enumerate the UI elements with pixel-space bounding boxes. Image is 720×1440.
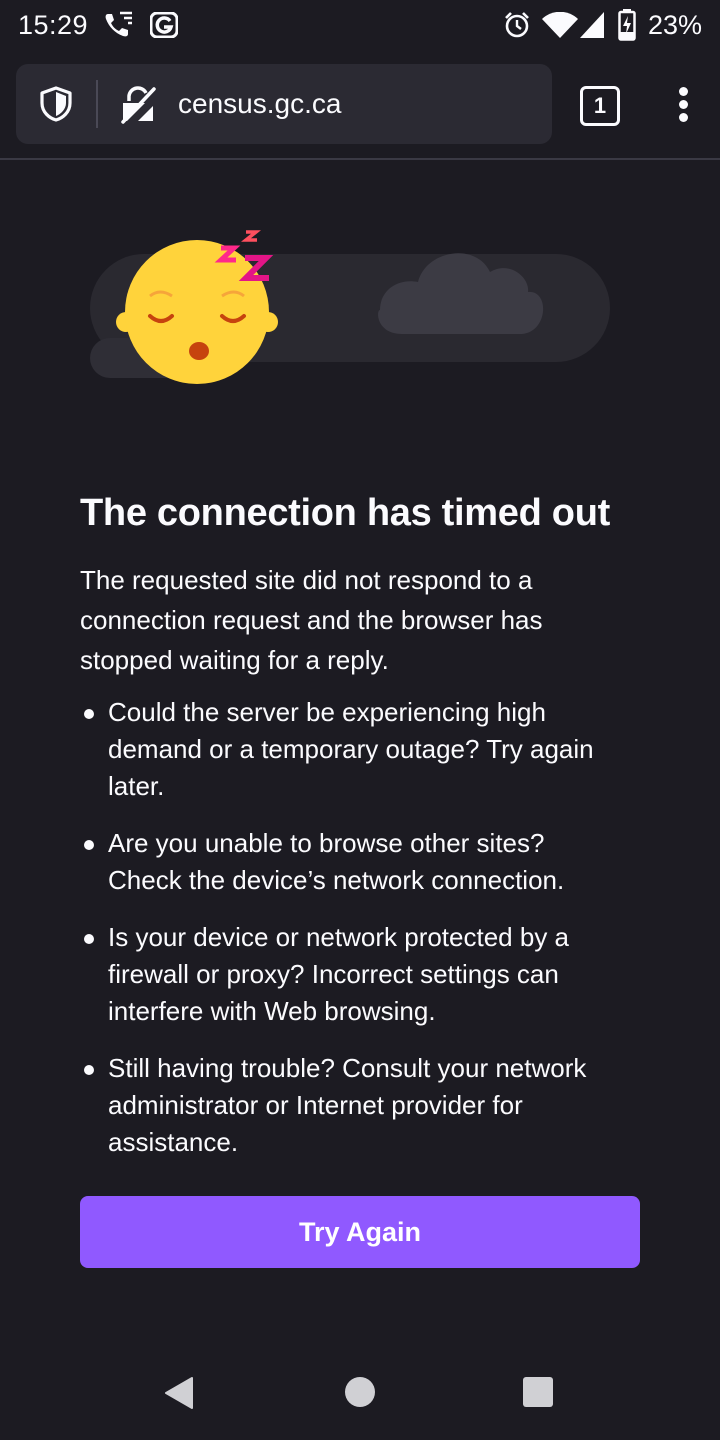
battery-charging-icon bbox=[618, 9, 636, 41]
cell-signal-icon bbox=[580, 12, 604, 38]
error-description: The requested site did not respond to a … bbox=[80, 565, 543, 675]
navigation-bar bbox=[0, 1344, 720, 1440]
recents-icon[interactable] bbox=[523, 1377, 553, 1407]
gmail-notification-icon bbox=[150, 12, 178, 38]
status-bar: 15:29 23% bbox=[0, 0, 720, 52]
list-item: Are you unable to browse other sites? Ch… bbox=[80, 825, 640, 899]
wifi-calling-icon bbox=[105, 11, 132, 37]
menu-kebab-icon[interactable] bbox=[666, 86, 702, 126]
sleeping-face-illustration bbox=[90, 230, 610, 384]
suggestion-text: Are you unable to browse other sites? Ch… bbox=[108, 828, 565, 895]
suggestion-text: Could the server be experiencing high de… bbox=[108, 697, 594, 801]
insecure-connection-icon[interactable] bbox=[119, 84, 157, 124]
home-icon[interactable] bbox=[345, 1377, 375, 1407]
list-item: Is your device or network protected by a… bbox=[80, 919, 640, 1030]
url-bar[interactable]: census.gc.ca bbox=[16, 64, 552, 144]
error-content: The connection has timed out The request… bbox=[80, 488, 640, 1181]
bullet-icon bbox=[84, 934, 94, 944]
bullet-icon bbox=[84, 1065, 94, 1075]
suggestion-text: Still having trouble? Consult your netwo… bbox=[108, 1053, 587, 1157]
status-time: 15:29 bbox=[18, 10, 89, 40]
tab-counter-button[interactable]: 1 bbox=[580, 86, 620, 126]
list-item: Still having trouble? Consult your netwo… bbox=[80, 1050, 640, 1161]
error-title: The connection has timed out bbox=[80, 492, 610, 534]
bullet-icon bbox=[84, 840, 94, 850]
tracking-protection-shield-icon[interactable] bbox=[38, 86, 74, 122]
try-again-button[interactable]: Try Again bbox=[80, 1196, 640, 1268]
alarm-icon bbox=[505, 12, 529, 38]
url-bar-divider bbox=[96, 80, 98, 128]
wifi-icon bbox=[542, 12, 578, 38]
screen: 15:29 23% census.gc.ca 1 The connection … bbox=[0, 0, 720, 1440]
list-item: Could the server be experiencing high de… bbox=[80, 694, 640, 805]
url-text[interactable]: census.gc.ca bbox=[178, 88, 341, 120]
suggestion-list: Could the server be experiencing high de… bbox=[80, 694, 640, 1161]
bullet-icon bbox=[84, 709, 94, 719]
back-icon[interactable] bbox=[164, 1376, 194, 1410]
browser-toolbar: census.gc.ca 1 bbox=[0, 52, 720, 158]
suggestion-text: Is your device or network protected by a… bbox=[108, 922, 570, 1026]
battery-percent: 23% bbox=[647, 10, 702, 40]
toolbar-divider bbox=[0, 158, 720, 160]
